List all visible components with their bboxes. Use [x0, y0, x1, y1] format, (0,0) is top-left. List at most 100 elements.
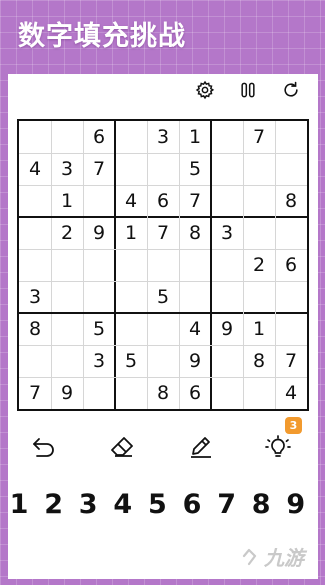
sudoku-cell-r2c5[interactable]	[147, 153, 179, 185]
sudoku-cell-r4c5[interactable]: 7	[147, 217, 179, 249]
hint-button[interactable]: 3	[260, 417, 302, 465]
sudoku-cell-r4c7[interactable]: 3	[211, 217, 243, 249]
sudoku-cell-r1c9[interactable]	[275, 121, 307, 153]
sudoku-cell-r3c3[interactable]	[83, 185, 115, 217]
sudoku-cell-r8c5[interactable]	[147, 345, 179, 377]
sudoku-cell-r9c5[interactable]: 8	[147, 377, 179, 409]
eraser-icon	[111, 437, 133, 457]
sudoku-cell-r2c6[interactable]: 5	[179, 153, 211, 185]
sudoku-cell-r8c7[interactable]	[211, 345, 243, 377]
sudoku-cell-r8c4[interactable]: 5	[115, 345, 147, 377]
sudoku-cell-r8c3[interactable]: 3	[83, 345, 115, 377]
sudoku-cell-r1c8[interactable]: 7	[243, 121, 275, 153]
erase-button[interactable]	[104, 429, 140, 465]
number-key-3[interactable]: 3	[73, 484, 103, 524]
sudoku-cell-r9c1[interactable]: 7	[19, 377, 51, 409]
sudoku-cell-r9c4[interactable]	[115, 377, 147, 409]
sudoku-cell-r5c3[interactable]	[83, 249, 115, 281]
sudoku-cell-r1c2[interactable]	[51, 121, 83, 153]
number-key-6[interactable]: 6	[177, 484, 207, 524]
sudoku-cell-r5c4[interactable]	[115, 249, 147, 281]
sudoku-cell-r6c6[interactable]	[179, 281, 211, 313]
sudoku-cell-r7c4[interactable]	[115, 313, 147, 345]
sudoku-cell-r5c1[interactable]	[19, 249, 51, 281]
sudoku-cell-r7c8[interactable]: 1	[243, 313, 275, 345]
number-key-9[interactable]: 9	[281, 484, 311, 524]
sudoku-cell-r9c9[interactable]: 4	[275, 377, 307, 409]
number-key-5[interactable]: 5	[142, 484, 172, 524]
sudoku-cell-r2c2[interactable]: 3	[51, 153, 83, 185]
sudoku-cell-r8c9[interactable]: 7	[275, 345, 307, 377]
sudoku-cell-r2c8[interactable]	[243, 153, 275, 185]
sudoku-cell-r1c5[interactable]: 3	[147, 121, 179, 153]
sudoku-cell-r7c7[interactable]: 9	[211, 313, 243, 345]
number-key-2[interactable]: 2	[39, 484, 69, 524]
sudoku-cell-r4c3[interactable]: 9	[83, 217, 115, 249]
sudoku-cell-r7c5[interactable]	[147, 313, 179, 345]
sudoku-cell-r6c4[interactable]	[115, 281, 147, 313]
number-key-1[interactable]: 1	[4, 484, 34, 524]
sudoku-cell-r4c8[interactable]	[243, 217, 275, 249]
sudoku-cell-r5c9[interactable]: 6	[275, 249, 307, 281]
sudoku-cell-r5c6[interactable]	[179, 249, 211, 281]
sudoku-cell-r6c3[interactable]	[83, 281, 115, 313]
sudoku-cell-r4c4[interactable]: 1	[115, 217, 147, 249]
sudoku-cell-r3c2[interactable]: 1	[51, 185, 83, 217]
sudoku-cell-r4c2[interactable]: 2	[51, 217, 83, 249]
cell-divider-vertical	[83, 121, 84, 409]
sudoku-cell-r2c7[interactable]	[211, 153, 243, 185]
sudoku-cell-r3c8[interactable]	[243, 185, 275, 217]
sudoku-cell-r9c2[interactable]: 9	[51, 377, 83, 409]
sudoku-cell-r4c9[interactable]	[275, 217, 307, 249]
settings-button[interactable]	[194, 79, 216, 101]
sudoku-cell-r6c2[interactable]	[51, 281, 83, 313]
sudoku-cell-r6c7[interactable]	[211, 281, 243, 313]
sudoku-cell-r7c2[interactable]	[51, 313, 83, 345]
sudoku-cell-r1c7[interactable]	[211, 121, 243, 153]
pause-button[interactable]	[237, 79, 259, 101]
sudoku-cell-r9c7[interactable]	[211, 377, 243, 409]
cell-divider-horizontal	[19, 153, 307, 154]
sudoku-cell-r1c4[interactable]	[115, 121, 147, 153]
sudoku-cell-r6c5[interactable]: 5	[147, 281, 179, 313]
sudoku-cell-r9c6[interactable]: 6	[179, 377, 211, 409]
restart-button[interactable]	[280, 79, 302, 101]
sudoku-cell-r8c6[interactable]: 9	[179, 345, 211, 377]
sudoku-cell-r8c1[interactable]	[19, 345, 51, 377]
sudoku-cell-r2c1[interactable]: 4	[19, 153, 51, 185]
sudoku-cell-r7c9[interactable]	[275, 313, 307, 345]
sudoku-cell-r3c9[interactable]: 8	[275, 185, 307, 217]
sudoku-cell-r2c4[interactable]	[115, 153, 147, 185]
sudoku-cell-r7c3[interactable]: 5	[83, 313, 115, 345]
sudoku-cell-r3c5[interactable]: 6	[147, 185, 179, 217]
sudoku-cell-r3c7[interactable]	[211, 185, 243, 217]
sudoku-cell-r5c8[interactable]: 2	[243, 249, 275, 281]
number-key-7[interactable]: 7	[212, 484, 242, 524]
number-key-4[interactable]: 4	[108, 484, 138, 524]
undo-button[interactable]	[26, 429, 62, 465]
sudoku-cell-r1c6[interactable]: 1	[179, 121, 211, 153]
sudoku-cell-r5c2[interactable]	[51, 249, 83, 281]
sudoku-cell-r8c2[interactable]	[51, 345, 83, 377]
sudoku-cell-r8c8[interactable]: 8	[243, 345, 275, 377]
sudoku-cell-r6c8[interactable]	[243, 281, 275, 313]
number-key-8[interactable]: 8	[246, 484, 276, 524]
sudoku-cell-r9c8[interactable]	[243, 377, 275, 409]
sudoku-cell-r6c1[interactable]: 3	[19, 281, 51, 313]
sudoku-cell-r4c6[interactable]: 8	[179, 217, 211, 249]
sudoku-cell-r7c6[interactable]: 4	[179, 313, 211, 345]
sudoku-cell-r2c3[interactable]: 7	[83, 153, 115, 185]
sudoku-cell-r2c9[interactable]	[275, 153, 307, 185]
sudoku-cell-r1c1[interactable]	[19, 121, 51, 153]
sudoku-cell-r3c6[interactable]: 7	[179, 185, 211, 217]
sudoku-cell-r5c5[interactable]	[147, 249, 179, 281]
sudoku-cell-r3c1[interactable]	[19, 185, 51, 217]
sudoku-cell-r7c1[interactable]: 8	[19, 313, 51, 345]
sudoku-cell-r4c1[interactable]	[19, 217, 51, 249]
pencil-notes-button[interactable]	[183, 429, 219, 465]
sudoku-cell-r1c3[interactable]: 6	[83, 121, 115, 153]
sudoku-cell-r9c3[interactable]	[83, 377, 115, 409]
sudoku-cell-r3c4[interactable]: 4	[115, 185, 147, 217]
sudoku-cell-r5c7[interactable]	[211, 249, 243, 281]
sudoku-cell-r6c9[interactable]	[275, 281, 307, 313]
